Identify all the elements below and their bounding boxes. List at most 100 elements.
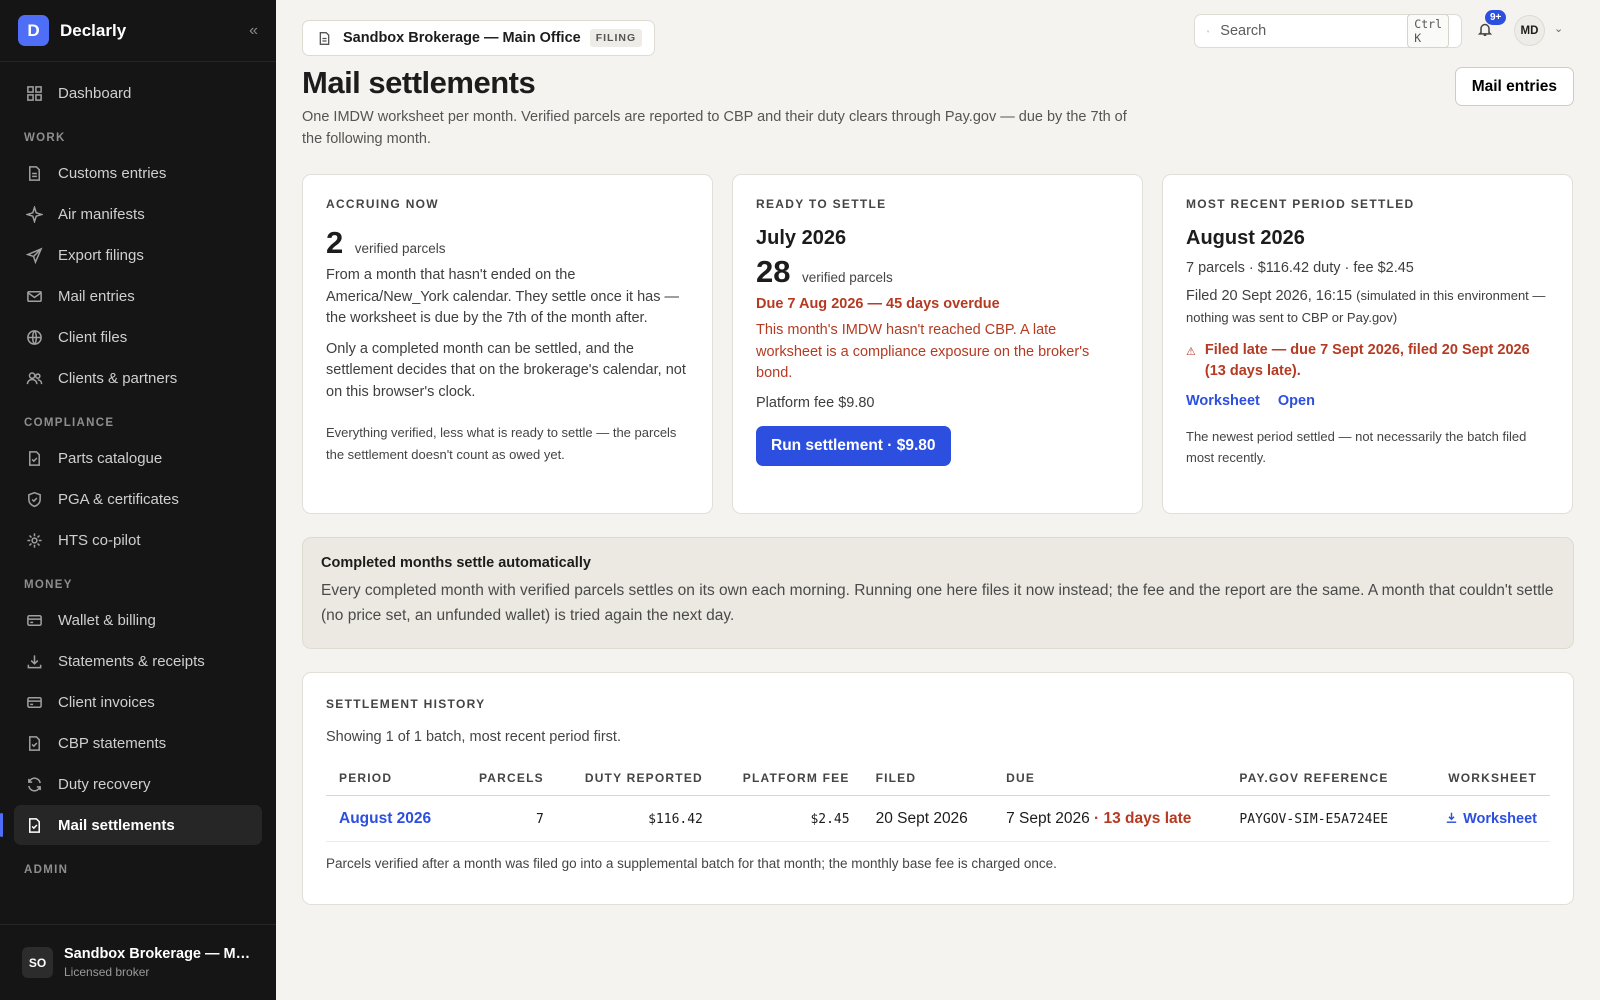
sidebar: D Declarly « Dashboard WORK Customs entr… (0, 0, 276, 1000)
sidebar-item-wallet-billing[interactable]: Wallet & billing (14, 600, 262, 640)
sidebar-item-label: Clients & partners (58, 369, 178, 387)
column-header: DUTY REPORTED (556, 765, 716, 796)
settlement-history: SETTLEMENT HISTORY Showing 1 of 1 batch,… (302, 672, 1574, 905)
collapse-sidebar-icon[interactable]: « (249, 22, 258, 40)
run-settlement-button[interactable]: Run settlement · $9.80 (756, 426, 951, 466)
workspace-chip[interactable]: Sandbox Brokerage — Main Office FILING (302, 20, 656, 56)
sidebar-item-parts-catalogue[interactable]: Parts catalogue (14, 438, 262, 478)
brand-name: Declarly (60, 20, 127, 40)
period-link[interactable]: August 2026 (326, 795, 457, 842)
ready-period: July 2026 (756, 227, 847, 249)
column-header: PARCELS (456, 765, 557, 796)
history-eyebrow: SETTLEMENT HISTORY (326, 697, 486, 711)
notifications-button[interactable]: 9+ (1477, 10, 1507, 43)
document-check-icon (29, 817, 40, 833)
nav-section-compliance: COMPLIANCE (24, 417, 115, 429)
document-icon (319, 31, 330, 45)
users-icon (26, 371, 43, 384)
accruing-count: 2 (326, 225, 344, 260)
download-icon (27, 654, 42, 668)
sidebar-item-clients-partners[interactable]: Clients & partners (14, 358, 262, 398)
card-icon (27, 696, 42, 708)
sidebar-item-pga-certificates[interactable]: PGA & certificates (14, 479, 262, 519)
brand-logo: D (18, 15, 49, 46)
accruing-text-1: From a month that hasn't ended on the Am… (326, 267, 680, 326)
due-cell: 7 Sept 2026 · 13 days late (993, 795, 1227, 842)
sidebar-item-mail-settlements[interactable]: Mail settlements (0, 805, 262, 845)
sidebar-item-air-manifests[interactable]: Air manifests (14, 194, 262, 234)
filed-timestamp: Filed 20 Sept 2026, 16:15 (1186, 287, 1353, 304)
org-name: Sandbox Brokerage — Main Office (64, 946, 254, 962)
sidebar-item-export-filings[interactable]: Export filings (14, 235, 262, 275)
mail-entries-button[interactable]: Mail entries (1454, 67, 1574, 106)
page-title: Mail settlements (302, 65, 536, 100)
document-check-icon (29, 735, 40, 751)
sidebar-item-client-invoices[interactable]: Client invoices (14, 682, 262, 722)
search-input[interactable] (1220, 23, 1408, 39)
open-link[interactable]: Open (1278, 393, 1315, 409)
topbar: Sandbox Brokerage — Main Office FILING C… (302, 10, 1574, 63)
worksheet-link[interactable]: Worksheet (1186, 393, 1260, 409)
globe-icon (27, 329, 42, 345)
column-header: FILED (862, 765, 994, 796)
late-filing-text: Filed late — due 7 Sept 2026, filed 20 S… (1204, 341, 1530, 380)
card-eyebrow: ACCRUING NOW (326, 197, 439, 211)
document-icon (29, 165, 40, 181)
sidebar-item-label: Dashboard (58, 84, 132, 102)
column-header: DUE (993, 765, 1227, 796)
count-row: 28 verified parcels (756, 254, 1119, 290)
nav-section-work: WORK (24, 132, 66, 144)
late-filing-alert: ⚠ Filed late — due 7 Sept 2026, filed 20… (1186, 340, 1549, 383)
sidebar-item-mail-entries[interactable]: Mail entries (14, 276, 262, 316)
sidebar-item-dashboard[interactable]: Dashboard (14, 73, 262, 113)
accruing-card: ACCRUING NOW 2 verified parcels From a m… (302, 174, 713, 514)
ready-card: READY TO SETTLE July 2026 28 verified pa… (732, 174, 1143, 514)
document-check-icon (29, 450, 40, 466)
table-row: August 2026 7 $116.42 $2.45 20 Sept 2026… (326, 795, 1550, 842)
worksheet-download-link[interactable]: Worksheet (1445, 811, 1537, 827)
duty-cell: $116.42 (556, 795, 716, 842)
search-box: Ctrl K (1194, 14, 1462, 48)
sun-icon (27, 532, 42, 548)
sidebar-item-hts-copilot[interactable]: HTS co-pilot (14, 520, 262, 560)
filed-line: Filed 20 Sept 2026, 16:15 (simulated in … (1186, 285, 1549, 330)
org-switcher[interactable]: SO Sandbox Brokerage — Main Office Licen… (0, 924, 276, 1000)
sidebar-item-label: HTS co-pilot (58, 531, 141, 549)
search-icon (1207, 30, 1210, 32)
warning-icon: ⚠ (1186, 345, 1196, 358)
fee-cell: $2.45 (715, 795, 863, 842)
auto-settle-banner: Completed months settle automatically Ev… (302, 537, 1574, 649)
org-avatar: SO (22, 947, 53, 978)
sidebar-item-duty-recovery[interactable]: Duty recovery (14, 764, 262, 804)
column-header: PERIOD (326, 765, 457, 796)
accruing-note: Everything verified, less what is ready … (326, 425, 677, 462)
table-header-row: PERIOD PARCELS DUTY REPORTED PLATFORM FE… (326, 765, 1550, 796)
history-table: PERIOD PARCELS DUTY REPORTED PLATFORM FE… (326, 765, 1550, 842)
chevron-down-icon[interactable]: ⌄ (1554, 22, 1563, 35)
count-row: 2 verified parcels (326, 225, 689, 261)
reference-cell: PAYGOV-SIM-E5A724EE (1226, 795, 1420, 842)
history-subtitle: Showing 1 of 1 batch, most recent period… (326, 729, 621, 745)
card-eyebrow: READY TO SETTLE (756, 197, 887, 211)
sidebar-item-label: CBP statements (58, 734, 167, 752)
search-shortcut: Ctrl K (1407, 14, 1449, 48)
refresh-icon (28, 776, 41, 792)
sidebar-item-label: Mail entries (58, 287, 135, 305)
recent-period: August 2026 (1186, 227, 1305, 249)
user-avatar[interactable]: MD (1514, 15, 1545, 46)
sidebar-item-client-files[interactable]: Client files (14, 317, 262, 357)
column-header: PAY.GOV REFERENCE (1226, 765, 1420, 796)
count-label: verified parcels (801, 270, 893, 285)
worksheet-cell: Worksheet (1419, 795, 1550, 842)
column-header: WORKSHEET (1419, 765, 1550, 796)
sidebar-item-label: Wallet & billing (58, 611, 156, 629)
shield-icon (28, 491, 41, 507)
sidebar-item-cbp-statements[interactable]: CBP statements (14, 723, 262, 763)
sidebar-item-statements-receipts[interactable]: Statements & receipts (14, 641, 262, 681)
nav-section-admin: ADMIN (24, 864, 69, 876)
recent-card: MOST RECENT PERIOD SETTLED August 2026 7… (1162, 174, 1573, 514)
worksheet-label: Worksheet (1463, 811, 1537, 827)
sidebar-item-label: PGA & certificates (58, 490, 179, 508)
sidebar-item-customs-entries[interactable]: Customs entries (14, 153, 262, 193)
nav-section-money: MONEY (24, 579, 73, 591)
